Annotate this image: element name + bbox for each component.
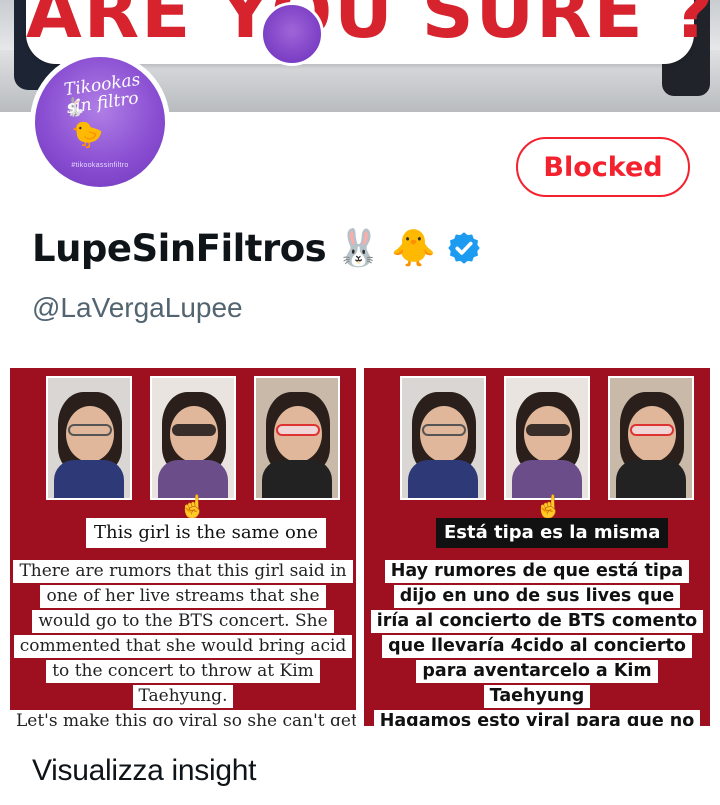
user-handle: @LaVergaLupee xyxy=(32,292,243,323)
caption-line: Hagamos esto viral para que no xyxy=(373,710,701,726)
caption-title: This girl is the same one xyxy=(86,518,327,548)
chick-icon: 🐤 xyxy=(71,119,104,149)
caption-line: dijo en uno de sus lives que xyxy=(393,585,681,608)
view-insights-link[interactable]: Visualizza insight xyxy=(32,754,256,788)
photo-1 xyxy=(400,376,486,500)
avatar-image: 🐇 Tikookas sin filtro 🐤 #tikookassinfilt… xyxy=(35,57,165,187)
caption-line: para aventarcelo a Kim xyxy=(416,660,658,683)
caption-lines: There are rumors that this girl said in … xyxy=(10,560,356,726)
rabbit-emoji: 🐰 xyxy=(336,227,382,268)
caption-line: Hay rumores de que está tipa xyxy=(384,560,690,583)
caption-line: There are rumors that this girl said in xyxy=(13,560,353,583)
pointing-up-icon: ☝️ xyxy=(179,494,207,519)
caption-lines: Hay rumores de que está tipa dijo en uno… xyxy=(364,560,710,726)
avatar-logo-text: Tikookas sin filtro xyxy=(62,69,142,119)
photo-3 xyxy=(608,376,694,500)
avatar-tagline: #tikookassinfiltro xyxy=(71,162,129,169)
caption-line: one of her live streams that she xyxy=(40,585,326,608)
photo-2 xyxy=(504,376,590,500)
photo-3 xyxy=(254,376,340,500)
caption-line: iría al concierto de BTS comento xyxy=(370,610,704,633)
chick-emoji: 🐥 xyxy=(391,227,436,268)
photo-2 xyxy=(150,376,236,500)
pointing-up-icon: ☝️ xyxy=(535,494,563,519)
media-panel-english[interactable]: ☝️ This girl is the same one There are r… xyxy=(10,368,356,726)
verified-badge-icon[interactable] xyxy=(446,230,482,266)
display-name: LupeSinFiltros xyxy=(32,226,327,270)
media-panel-spanish[interactable]: ☝️ Está tipa es la misma Hay rumores de … xyxy=(364,368,710,726)
caption-line: Taehyung xyxy=(483,685,591,708)
display-name-row: LupeSinFiltros 🐰 🐥 xyxy=(32,222,482,274)
caption-line: Taehyung. xyxy=(132,685,234,708)
post-media[interactable]: ☝️ This girl is the same one There are r… xyxy=(10,368,710,726)
caption-line: commented that she would bring acid xyxy=(13,635,353,658)
banner-headline: ARE YOU SURE ?! xyxy=(26,0,720,54)
caption-line: to the concert to throw at Kim xyxy=(46,660,320,683)
caption-line: que llevaría 4cido al concierto xyxy=(382,635,692,658)
avatar[interactable]: 🐇 Tikookas sin filtro 🐤 #tikookassinfilt… xyxy=(30,52,170,192)
banner-sign: ARE YOU SURE ?! xyxy=(26,0,720,64)
caption-title: Está tipa es la misma xyxy=(436,518,669,548)
banner-logo xyxy=(260,2,324,66)
photo-1 xyxy=(46,376,132,500)
caption-line: would go to the BTS concert. She xyxy=(32,610,334,633)
caption-line: Let's make this go viral so she can't ge… xyxy=(10,710,356,726)
blocked-button[interactable]: Blocked xyxy=(516,137,690,197)
